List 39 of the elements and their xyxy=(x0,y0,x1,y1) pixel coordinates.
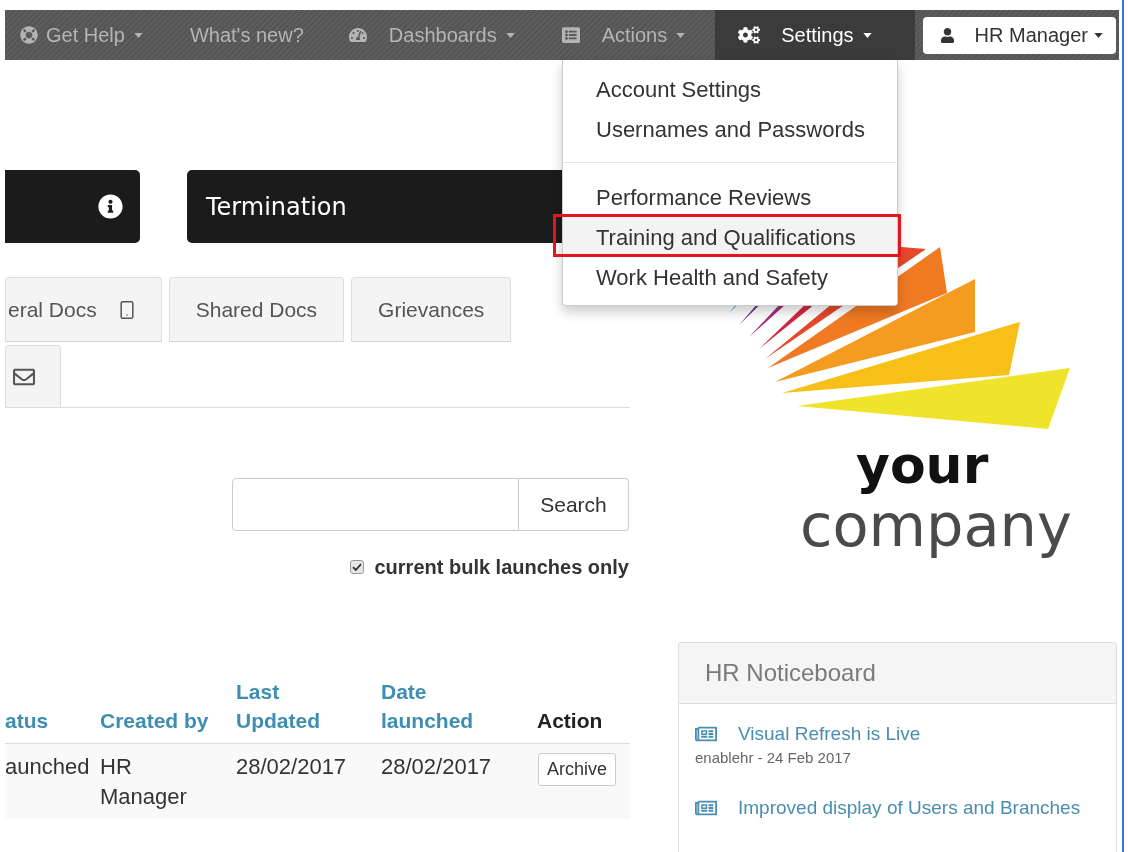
caret-icon xyxy=(1094,32,1103,38)
menu-item[interactable]: Account Settings xyxy=(563,69,897,109)
tile-title: Termination xyxy=(206,191,347,223)
menu-item[interactable]: Performance Reviews xyxy=(563,177,897,217)
checkbox-label: current bulk launches only xyxy=(374,554,629,580)
table-cell-text: 28/02/2017 xyxy=(381,753,492,781)
tab[interactable]: eral Docs xyxy=(5,277,162,342)
post-link[interactable]: Improved display of Users and Branches xyxy=(738,794,1081,822)
panel-title: HR Noticeboard xyxy=(705,658,876,688)
archive-button[interactable]: Archive xyxy=(538,753,617,786)
tab[interactable] xyxy=(5,345,61,407)
user-menu-button[interactable]: HR Manager xyxy=(922,16,1116,54)
search-button[interactable]: Search xyxy=(519,478,629,531)
nav-menu-item[interactable]: Get Help xyxy=(5,10,165,60)
gauge-icon xyxy=(348,26,367,44)
post-meta: enablehr - 24 Feb 2017 xyxy=(695,748,851,768)
menu-item[interactable]: Work Health and Safety xyxy=(563,257,897,297)
table-cell-text: 28/02/2017 xyxy=(236,753,347,781)
column-header-link[interactable]: Last Updated xyxy=(236,677,348,735)
info-icon[interactable] xyxy=(98,194,123,219)
column-header-link[interactable]: atus xyxy=(5,706,49,735)
list-icon xyxy=(561,26,580,44)
tab[interactable]: Shared Docs xyxy=(168,277,345,342)
column-header: Action xyxy=(537,708,603,734)
nav-menu-item[interactable]: Dashboards xyxy=(328,10,537,60)
menu-item[interactable]: Usernames and Passwords xyxy=(563,109,897,149)
lifebuoy-icon xyxy=(20,26,38,44)
nav-menu-item[interactable]: Settings xyxy=(715,10,915,60)
search-field[interactable] xyxy=(232,478,519,531)
post-link[interactable]: Visual Refresh is Live xyxy=(738,720,921,748)
gears-icon xyxy=(738,24,761,46)
table-cell-text: aunched xyxy=(5,753,90,781)
table-cell-text: HR Manager xyxy=(100,753,188,811)
user-icon xyxy=(939,27,955,43)
column-header-link[interactable]: Date launched xyxy=(381,677,493,735)
column-header-link[interactable]: Created by xyxy=(100,706,209,735)
nav-menu-item[interactable]: What's new? xyxy=(164,10,329,60)
tab[interactable]: Grievances xyxy=(351,277,512,342)
checkbox[interactable] xyxy=(350,559,365,574)
